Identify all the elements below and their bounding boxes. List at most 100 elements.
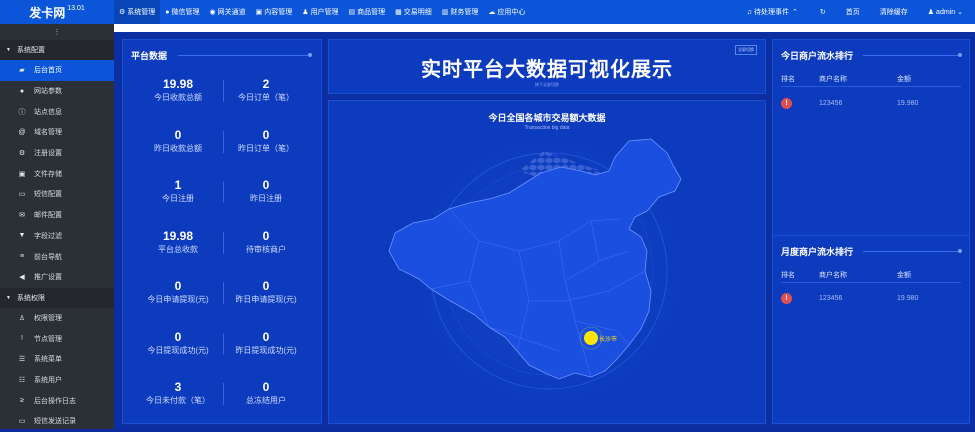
topnav-item[interactable]: ♟ 用户管理 — [297, 0, 343, 24]
clear-cache-button[interactable]: 清除缓存 — [870, 7, 918, 17]
platform-data-panel: 平台数据 19.98 今日收款总额 2 今日订单（笔） 0 昨日收款总额 0 昨日订单（笔） 1… — [122, 39, 322, 424]
sidebar-item-label: 推广设置 — [34, 274, 62, 282]
refresh-button[interactable]: ↻ — [810, 8, 836, 16]
topnav-item[interactable]: ● 微信管理 — [160, 0, 204, 24]
table-divider — [781, 86, 961, 87]
menu-icon: ☰ — [18, 356, 26, 364]
top-right-tools: ♫ 待处理事件 ⌃ ↻ 首页 清除缓存 ♟ admin ⌄ — [737, 0, 975, 24]
stat-value: 0 — [262, 329, 270, 344]
content-tab-strip — [114, 24, 975, 32]
topnav-label: 财务管理 — [450, 9, 479, 16]
user-lock-icon: ♙ — [18, 314, 26, 322]
topnav-label: 用户管理 — [310, 9, 339, 16]
sidebar-item[interactable]: ≡ 前台导航 — [0, 246, 114, 267]
sidebar-item[interactable]: ● 网站参数 — [0, 81, 114, 102]
topnav-item[interactable]: ⚙ 系统管理 — [114, 0, 161, 24]
chevron-up-icon: ⌃ — [792, 9, 798, 16]
sidebar-group[interactable]: ▼ 系统权限 — [0, 287, 114, 308]
main-content: 平台数据 19.98 今日收款总额 2 今日订单（笔） 0 昨日收款总额 0 昨日订单（笔） 1… — [114, 24, 975, 429]
topnav-label: 交易明细 — [403, 9, 432, 16]
topnav-item[interactable]: ▥ 财务管理 — [437, 0, 484, 24]
home-link[interactable]: 首页 — [836, 7, 870, 17]
stat-label: 今日注册 — [162, 194, 194, 203]
sidebar-item[interactable]: ! 节点管理 — [0, 328, 114, 349]
caret-down-icon: ▼ — [6, 294, 11, 301]
table-row[interactable]: ! 123456 19.980 — [781, 98, 918, 109]
brand-version: 13.01 — [67, 4, 85, 12]
sidebar-item[interactable]: ⓘ 站点信息 — [0, 101, 114, 122]
sms-log-icon: ▭ — [18, 418, 26, 426]
table-divider — [781, 282, 961, 283]
stat-value: 0 — [262, 127, 270, 142]
fullscreen-button[interactable]: 全屏切换 — [735, 45, 757, 55]
topnav-item[interactable]: ▤ 商品管理 — [344, 0, 391, 24]
title-dot — [308, 53, 312, 57]
bell-icon: ♫ — [746, 8, 753, 16]
gear-icon: ⚙ — [18, 150, 26, 158]
mail-icon: ✉ — [19, 212, 25, 220]
stat-item: 19.98 平台总收款 — [133, 229, 223, 255]
dashboard-title: 实时平台大数据可视化展示 — [421, 59, 673, 81]
brand-name: 发卡网 — [29, 5, 66, 20]
rank-header-amount: 金额 — [897, 272, 911, 279]
sidebar-item[interactable]: ♙ 权限管理 — [0, 308, 114, 329]
megaphone-icon: ◀ — [19, 274, 25, 282]
city-marker-changsha[interactable] — [584, 331, 598, 345]
sidebar-item[interactable]: ▣ 文件存储 — [0, 163, 114, 184]
stat-item: 0 今日申请提现(元) — [133, 279, 223, 305]
sidebar-item[interactable]: ⚙ 注册设置 — [0, 143, 114, 164]
rank-header-name: 商户名称 — [819, 272, 847, 279]
dashboard-title-panel: 实时平台大数据可视化展示 按下全屏切换 全屏切换 — [328, 39, 766, 94]
stat-item: 0 昨日申请提现(元) — [221, 279, 311, 305]
save-icon: ▣ — [18, 170, 26, 178]
map-panel: 今日全国各城市交易额大数据 Transaction big data — [328, 100, 766, 424]
title-dot — [958, 249, 962, 253]
stat-item: 0 昨日注册 — [221, 178, 311, 204]
topnav-item[interactable]: ▣ 内容管理 — [251, 0, 298, 24]
merchant-name: 123456 — [819, 295, 843, 302]
sidebar-list: ▼ 系统配置 ▰ 后台首页 ● 网站参数 ⓘ 站点信息 @ 域名管理 ⚙ 注册设置 ▣ 文件存储 ▭ 短信配置… — [0, 40, 114, 432]
stat-item: 0 昨日提现成功(元) — [221, 330, 311, 356]
table-row[interactable]: ! 123456 19.980 — [781, 293, 918, 304]
user-list-icon: ☷ — [18, 376, 26, 384]
topnav-item[interactable]: ☁ 应用中心 — [483, 0, 530, 24]
title-dot — [958, 53, 962, 57]
topnav-label: 网关通道 — [217, 9, 246, 16]
user-name: admin — [936, 8, 956, 16]
sms-icon: ▭ — [18, 191, 26, 199]
sidebar-item[interactable]: ▰ 后台首页 — [0, 60, 114, 81]
user-menu[interactable]: ♟ admin ⌄ — [918, 8, 975, 17]
sidebar-item-label: 字段过滤 — [34, 232, 62, 240]
stat-value: 1 — [174, 178, 182, 192]
stat-label: 总冻结用户 — [246, 396, 286, 405]
gateway-icon: ◉ — [209, 9, 216, 16]
brand-logo[interactable]: 发卡网 13.01 — [0, 0, 114, 24]
sidebar-item-label: 短信配置 — [34, 191, 62, 199]
topnav-item[interactable]: ▦ 交易明细 — [390, 0, 437, 24]
content-icon: ▣ — [255, 9, 263, 16]
grip-dots-icon: ⋮ — [53, 29, 61, 36]
stat-item: 0 昨日订单（笔） — [221, 128, 311, 154]
topnav-item[interactable]: ◉ 网关通道 — [205, 0, 251, 24]
sidebar-item[interactable]: ☰ 系统菜单 — [0, 349, 114, 370]
rank-header-name: 商户名称 — [819, 76, 847, 83]
sidebar-item-label: 后台首页 — [34, 67, 62, 75]
sidebar-item[interactable]: ≥ 后台操作日志 — [0, 390, 114, 411]
filter-icon: ▼ — [18, 232, 26, 240]
sidebar-item[interactable]: ✉ 邮件配置 — [0, 205, 114, 226]
sidebar-item[interactable]: ◀ 推广设置 — [0, 267, 114, 288]
sidebar-item[interactable]: ▭ 短信配置 — [0, 184, 114, 205]
stat-label: 今日收款总额 — [154, 93, 202, 102]
dashboard-subtitle: 按下全屏切换 — [535, 82, 559, 87]
sidebar-group[interactable]: ▼ 系统配置 — [0, 40, 114, 60]
pending-events-menu[interactable]: ♫ 待处理事件 ⌃ — [737, 7, 810, 17]
sidebar-item[interactable]: ☷ 系统用户 — [0, 370, 114, 391]
sidebar-toggle[interactable]: ⋮ — [0, 24, 114, 40]
exclamation-icon: ! — [21, 335, 23, 343]
sidebar-item[interactable]: @ 域名管理 — [0, 122, 114, 143]
today-rank-panel: 今日商户流水排行 排名 商户名称 金额 ! 123456 19.980 — [772, 39, 970, 249]
wechat-icon: ● — [165, 8, 170, 16]
sidebar: ⋮ ▼ 系统配置 ▰ 后台首页 ● 网站参数 ⓘ 站点信息 @ 域名管理 ⚙ 注册设置 ▣ 文件存储 ▭ 短信… — [0, 24, 114, 429]
sidebar-item[interactable]: ▼ 字段过滤 — [0, 226, 114, 247]
stat-item: 1 今日注册 — [133, 178, 223, 204]
